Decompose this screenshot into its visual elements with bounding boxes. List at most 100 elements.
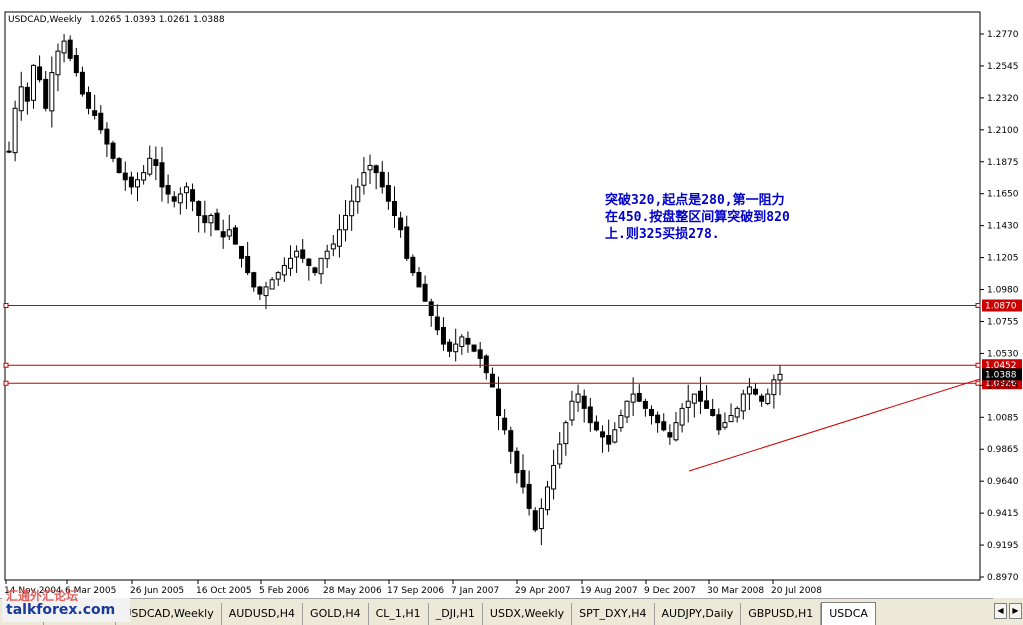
- candle-body: [520, 469, 526, 488]
- candle-body: [312, 267, 318, 274]
- chart-tab[interactable]: USDCA: [821, 602, 876, 625]
- candle-body: [239, 245, 245, 259]
- line-handle[interactable]: [3, 380, 9, 386]
- candle-body: [538, 507, 544, 530]
- chart-tab[interactable]: AUDJPY,Daily: [654, 603, 742, 625]
- candle-body: [257, 286, 263, 295]
- chart-canvas[interactable]: USDCAD,Weekly 1.0265 1.0393 1.0261 1.038…: [0, 0, 1023, 598]
- y-tick-label: 0.8970: [987, 573, 1019, 583]
- candle-body: [275, 272, 281, 280]
- candle-body: [324, 250, 330, 260]
- candle-body: [771, 379, 777, 396]
- y-tick-label: 0.9415: [987, 509, 1019, 519]
- chart-tab[interactable]: _DJI,H1: [428, 603, 483, 625]
- candle-body: [110, 142, 116, 159]
- candle-body: [679, 407, 685, 426]
- chart-tab[interactable]: USDCAD,Weekly: [116, 603, 222, 625]
- candle-body: [392, 201, 397, 216]
- candle-body: [496, 388, 502, 417]
- candle-body: [661, 421, 667, 431]
- chart-title: USDCAD,Weekly: [8, 15, 83, 25]
- candle-body: [526, 483, 532, 509]
- current-price-label: 1.0388: [985, 370, 1017, 380]
- tab-scroll-right-icon[interactable]: ▶: [1009, 603, 1022, 619]
- chart-tab[interactable]: CL_1,H1: [368, 603, 429, 625]
- candle-body: [294, 250, 300, 258]
- y-tick-label: 1.0305: [987, 381, 1019, 391]
- candle-body: [765, 393, 771, 404]
- candle-body: [685, 400, 691, 408]
- candle-body: [704, 400, 710, 409]
- candle-body: [147, 157, 153, 175]
- x-tick-label: 17 Sep 2006: [387, 586, 444, 596]
- price-tag-label: 1.0870: [985, 302, 1017, 312]
- x-tick-label: 7 Jan 2007: [451, 586, 499, 596]
- candle-body: [287, 257, 293, 269]
- y-tick-label: 1.0755: [987, 317, 1019, 327]
- candle-body: [251, 272, 257, 288]
- candle-body: [281, 264, 287, 276]
- line-handle[interactable]: [975, 362, 981, 368]
- candle-body: [563, 422, 569, 445]
- candle-body: [404, 226, 410, 259]
- candle-body: [508, 430, 514, 452]
- chart-window[interactable]: USDCAD,Weekly 1.0265 1.0393 1.0261 1.038…: [0, 0, 1023, 598]
- candle-body: [306, 258, 312, 266]
- chart-tab[interactable]: USDX,Weekly: [482, 603, 573, 625]
- y-tick-label: 0.9640: [987, 477, 1019, 487]
- candle-body: [759, 395, 765, 402]
- x-tick-label: 20 Jul 2008: [771, 586, 822, 596]
- candle-body: [569, 400, 575, 421]
- line-handle[interactable]: [975, 303, 981, 308]
- chart-tab[interactable]: GOLD,H4: [303, 603, 369, 625]
- candle-body: [12, 107, 18, 154]
- x-tick-label: 5 Feb 2006: [259, 586, 310, 596]
- candle-body: [43, 78, 49, 109]
- candle-body: [6, 150, 12, 153]
- candle-body: [593, 421, 599, 431]
- y-tick-label: 1.1430: [987, 222, 1019, 232]
- candle-body: [655, 414, 661, 424]
- candle-body: [630, 393, 636, 403]
- candle-body: [116, 158, 122, 174]
- candle-body: [171, 196, 177, 202]
- candle-body: [263, 286, 269, 297]
- watermark-cn-text: 汇通外汇论坛: [6, 589, 79, 603]
- candle-body: [428, 301, 434, 317]
- y-tick-label: 1.2320: [987, 94, 1019, 104]
- candle-body: [343, 214, 349, 231]
- candle-body: [55, 50, 61, 76]
- chart-tab[interactable]: SPT_DXY,H4: [572, 603, 655, 625]
- tab-scroll-left-icon[interactable]: ◀: [994, 603, 1007, 619]
- candle-body: [422, 283, 428, 302]
- annotation-line: 上.则325买损278.: [605, 226, 720, 242]
- candle-body: [471, 344, 477, 352]
- x-tick-label: 26 Jun 2005: [130, 586, 184, 596]
- candle-body: [734, 407, 740, 418]
- candle-body: [373, 165, 379, 174]
- candle-body: [226, 229, 232, 237]
- candle-body: [453, 343, 459, 353]
- ohlc-values: 1.0265 1.0393 1.0261 1.0388: [90, 15, 225, 25]
- candle-body: [165, 184, 171, 195]
- candle-body: [581, 395, 587, 409]
- candle-body: [691, 393, 697, 404]
- y-tick-label: 1.2770: [987, 30, 1019, 40]
- line-handle[interactable]: [3, 303, 9, 308]
- y-tick-label: 1.2100: [987, 126, 1019, 136]
- candle-body: [61, 40, 67, 54]
- line-handle[interactable]: [975, 380, 981, 386]
- candle-body: [502, 417, 508, 431]
- candle-body: [710, 408, 716, 417]
- candle-body: [642, 400, 648, 409]
- candle-body: [618, 415, 624, 429]
- line-handle[interactable]: [3, 362, 9, 368]
- candle-body: [30, 64, 36, 101]
- chart-tab[interactable]: GBPUSD,H1: [741, 603, 822, 625]
- candle-body: [190, 189, 196, 202]
- annotation-line: 突破320,起点是280,第一阻力: [605, 192, 785, 208]
- chart-tab[interactable]: AUDUSD,H4: [221, 603, 304, 625]
- candle-body: [728, 415, 734, 423]
- candle-body: [122, 172, 128, 181]
- tab-scroll-arrows: ◀ ▶: [993, 598, 1023, 624]
